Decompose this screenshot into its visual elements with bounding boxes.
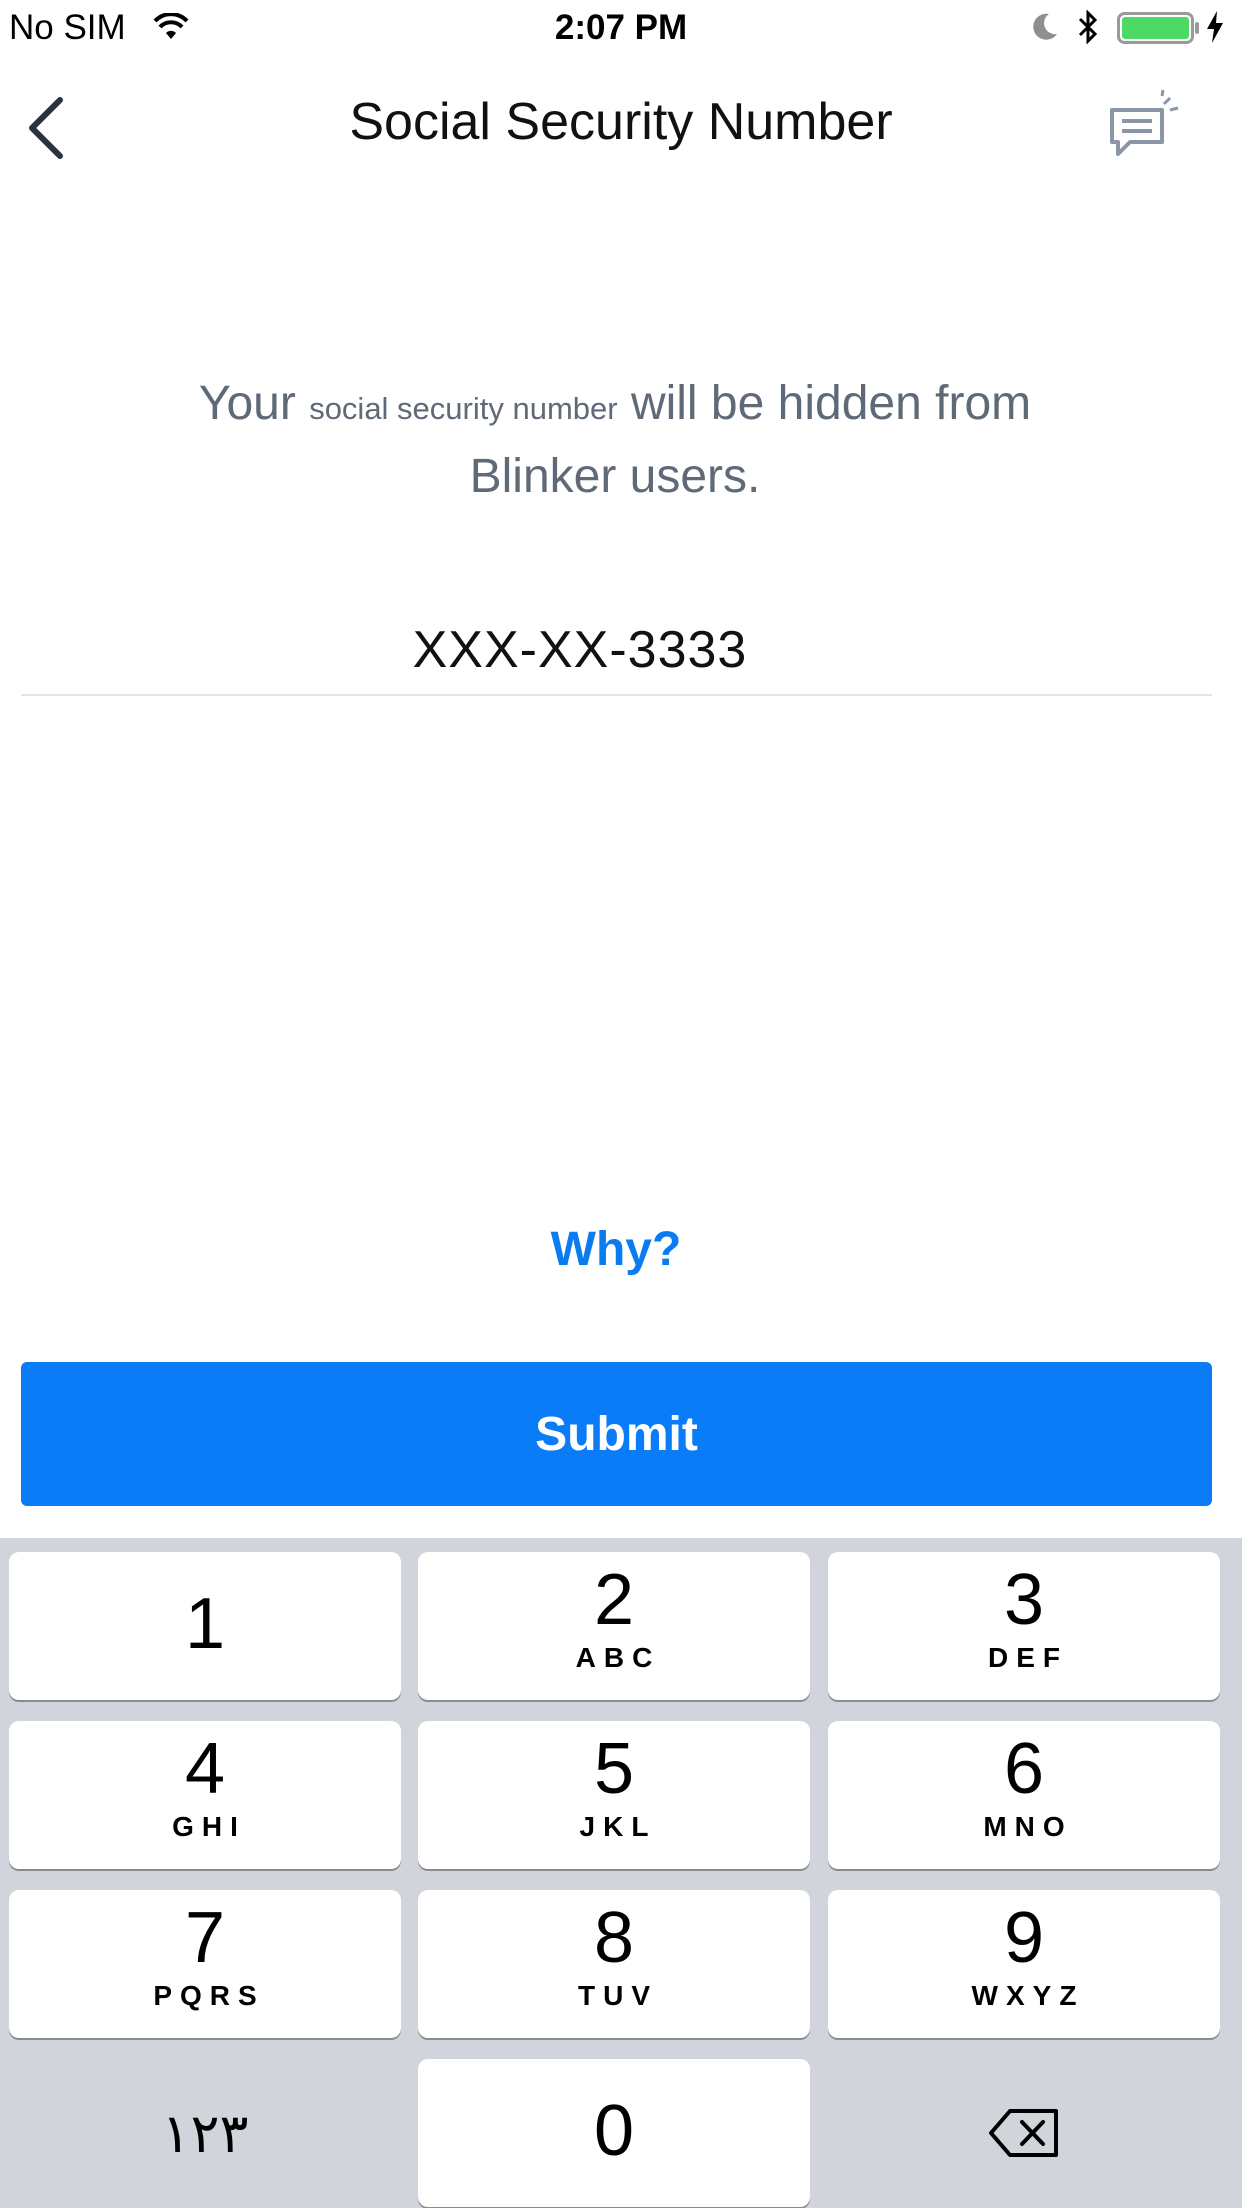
key-1[interactable]: 1 <box>9 1552 401 1700</box>
key-8[interactable]: 8 TUV <box>418 1890 810 2038</box>
alternate-numerals-label: ١٢٣ <box>161 2103 249 2164</box>
key-letters: ABC <box>575 1642 661 1673</box>
key-3[interactable]: 3 DEF <box>828 1552 1220 1700</box>
key-letters: PQRS <box>153 1980 265 2011</box>
key-digit: 0 <box>593 2091 635 2171</box>
key-letters: TUV <box>578 1980 658 2011</box>
ssn-screen: No SIM 2:07 PM Social Security Number Yo… <box>0 0 1242 2208</box>
key-9[interactable]: 9 WXYZ <box>828 1890 1220 2038</box>
submit-button[interactable]: Submit <box>21 1362 1212 1506</box>
key-4[interactable]: 4 GHI <box>9 1721 401 1869</box>
ssn-field-underline <box>21 694 1212 696</box>
ssn-field[interactable]: XXX-XX-3333 <box>0 620 1160 680</box>
key-letters: JKL <box>579 1811 657 1842</box>
key-7[interactable]: 7 PQRS <box>9 1890 401 2038</box>
delete-key[interactable] <box>828 2059 1220 2207</box>
privacy-message-small: social security number <box>309 391 618 426</box>
key-0[interactable]: 0 <box>418 2059 810 2207</box>
page-title: Social Security Number <box>349 93 893 151</box>
key-letters: WXYZ <box>971 1980 1085 2011</box>
status-bar: No SIM 2:07 PM <box>0 0 1242 60</box>
key-digit: 1 <box>184 1584 226 1664</box>
key-digit: 6 <box>1003 1729 1045 1809</box>
key-digit: 3 <box>1003 1560 1045 1640</box>
backspace-icon <box>989 2109 1058 2157</box>
alternate-numerals-key[interactable]: ١٢٣ <box>9 2059 401 2207</box>
key-5[interactable]: 5 JKL <box>418 1721 810 1869</box>
key-digit: 2 <box>593 1560 635 1640</box>
key-digit: 9 <box>1003 1898 1045 1978</box>
chat-icon <box>1110 89 1179 156</box>
battery-icon <box>1117 12 1201 49</box>
key-letters: MNO <box>983 1811 1073 1842</box>
key-2[interactable]: 2 ABC <box>418 1552 810 1700</box>
key-letters: DEF <box>988 1642 1068 1673</box>
key-digit: 8 <box>593 1898 635 1978</box>
why-link[interactable]: Why? <box>0 1222 1232 1277</box>
key-digit: 5 <box>593 1729 635 1809</box>
moon-icon <box>1031 12 1059 47</box>
key-letters: GHI <box>172 1811 246 1842</box>
chat-button[interactable] <box>1108 88 1184 164</box>
numeric-keypad: 1 2 ABC 3 DEF 4 GHI 5 JKL 6 MNO 7 PQRS 8… <box>0 1538 1242 2208</box>
key-6[interactable]: 6 MNO <box>828 1721 1220 1869</box>
charging-icon <box>1205 10 1225 49</box>
bluetooth-icon <box>1077 9 1099 49</box>
privacy-message-start: Your <box>198 377 296 430</box>
key-digit: 7 <box>184 1898 226 1978</box>
key-digit: 4 <box>184 1729 226 1809</box>
privacy-message: Your social security number will be hidd… <box>120 370 1110 511</box>
